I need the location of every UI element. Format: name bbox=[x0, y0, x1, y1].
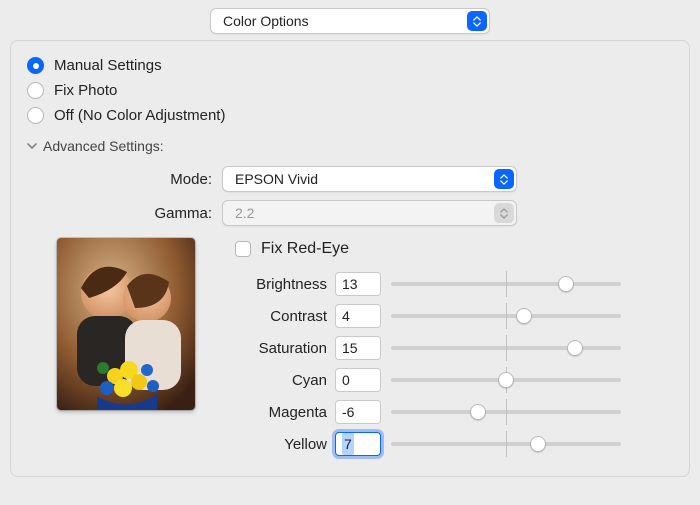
saturation-value[interactable]: 15 bbox=[335, 336, 381, 360]
color-options-panel: Manual Settings Fix Photo Off (No Color … bbox=[10, 40, 690, 477]
radio-label: Manual Settings bbox=[54, 57, 162, 74]
cyan-value[interactable]: 0 bbox=[335, 368, 381, 392]
mode-select-value: EPSON Vivid bbox=[235, 171, 318, 187]
chevron-down-icon bbox=[27, 141, 37, 151]
section-popup-label: Color Options bbox=[223, 13, 309, 29]
fix-red-eye-checkbox[interactable]: Fix Red-Eye bbox=[235, 238, 673, 268]
cyan-label: Cyan bbox=[235, 372, 335, 389]
fix-red-eye-label: Fix Red-Eye bbox=[261, 240, 349, 258]
radio-icon bbox=[27, 57, 44, 74]
gamma-label: Gamma: bbox=[27, 205, 222, 222]
mode-label: Mode: bbox=[27, 171, 222, 188]
brightness-label: Brightness bbox=[235, 276, 335, 293]
mode-select[interactable]: EPSON Vivid bbox=[222, 166, 517, 192]
saturation-slider[interactable] bbox=[391, 339, 621, 357]
yellow-slider[interactable] bbox=[391, 435, 621, 453]
yellow-label: Yellow bbox=[235, 436, 335, 453]
saturation-label: Saturation bbox=[235, 340, 335, 357]
radio-label: Off (No Color Adjustment) bbox=[54, 107, 225, 124]
gamma-select-value: 2.2 bbox=[235, 205, 254, 221]
radio-off[interactable]: Off (No Color Adjustment) bbox=[27, 103, 673, 128]
chevron-updown-icon bbox=[467, 11, 487, 31]
cyan-slider[interactable] bbox=[391, 371, 621, 389]
magenta-label: Magenta bbox=[235, 404, 335, 421]
advanced-settings-title: Advanced Settings: bbox=[43, 138, 164, 154]
magenta-slider[interactable] bbox=[391, 403, 621, 421]
advanced-settings-disclosure[interactable]: Advanced Settings: bbox=[27, 128, 673, 162]
radio-icon bbox=[27, 107, 44, 124]
radio-fix-photo[interactable]: Fix Photo bbox=[27, 78, 673, 103]
brightness-value[interactable]: 13 bbox=[335, 272, 381, 296]
section-popup[interactable]: Color Options bbox=[210, 8, 490, 34]
checkbox-icon bbox=[235, 241, 251, 257]
brightness-slider[interactable] bbox=[391, 275, 621, 293]
gamma-select: 2.2 bbox=[222, 200, 517, 226]
magenta-value[interactable]: -6 bbox=[335, 400, 381, 424]
chevron-updown-icon bbox=[494, 169, 514, 189]
radio-label: Fix Photo bbox=[54, 82, 117, 99]
preview-image bbox=[57, 238, 195, 410]
yellow-value[interactable]: 7 bbox=[335, 432, 381, 456]
contrast-value[interactable]: 4 bbox=[335, 304, 381, 328]
contrast-slider[interactable] bbox=[391, 307, 621, 325]
radio-manual-settings[interactable]: Manual Settings bbox=[27, 53, 673, 78]
radio-icon bbox=[27, 82, 44, 99]
chevron-updown-icon bbox=[494, 203, 514, 223]
contrast-label: Contrast bbox=[235, 308, 335, 325]
